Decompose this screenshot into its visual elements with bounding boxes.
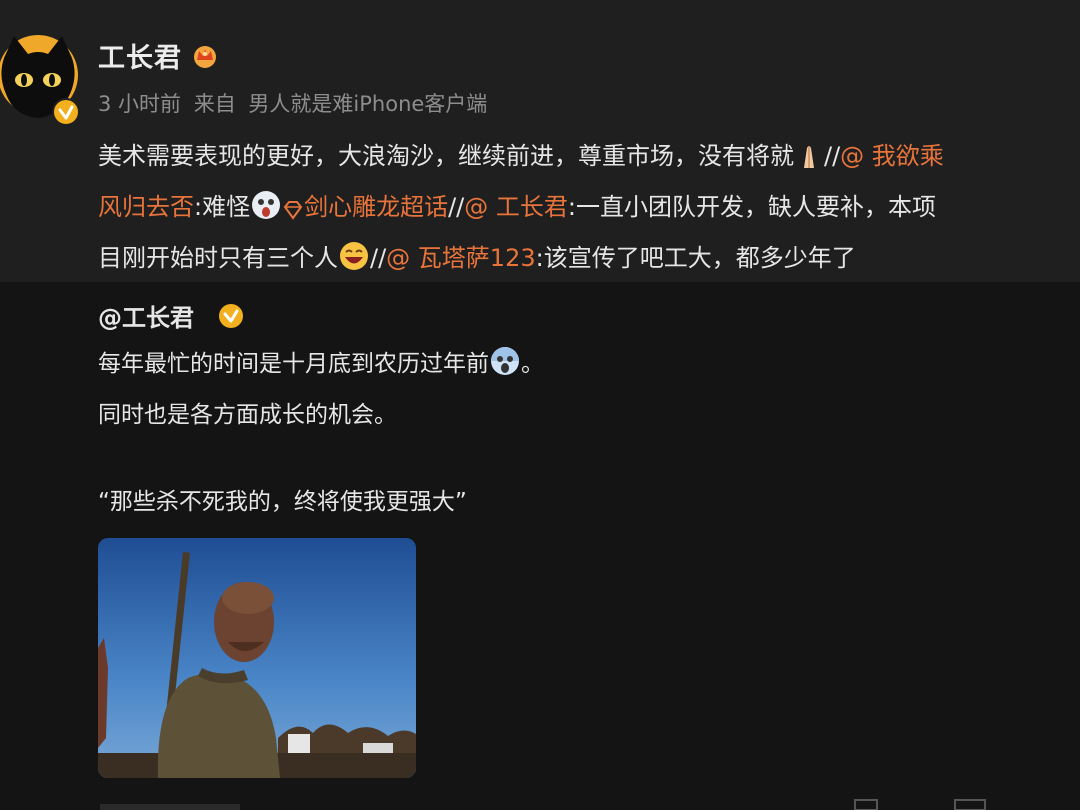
separator: //: [824, 142, 841, 170]
text: :难怪: [194, 193, 251, 221]
repost-body: 每年最忙的时间是十月底到农历过年前 。 同时也是各方面成长的机会。: [98, 342, 544, 438]
mention-link[interactable]: @ 我欲乘: [840, 142, 944, 170]
text: 美术需要表现的更好，大浪淘沙，继续前进，尊重市场，没有将就: [98, 142, 794, 170]
post-line-2: 风归去否:难怪 剑心雕龙超话//@ 工长君:一直小团队开发，缺人要补，本项: [98, 185, 1080, 236]
post-image[interactable]: [98, 538, 416, 778]
text: :一直小团队开发，缺人要补，本项: [567, 193, 936, 221]
laughing-face-emoji: [338, 240, 370, 287]
mention-link[interactable]: 风归去否: [98, 193, 194, 221]
praying-hands-emoji: [794, 140, 824, 185]
verified-badge-icon: [52, 98, 80, 126]
source-prefix: 来自: [193, 92, 236, 116]
text: :该宣传了吧工大，都多少年了: [535, 244, 856, 272]
topic-link[interactable]: 剑心雕龙超话: [304, 193, 448, 221]
repost-quote: “那些杀不死我的，终将使我更强大”: [98, 489, 467, 515]
repost-author[interactable]: @工长君: [98, 298, 194, 333]
separator: //: [370, 244, 387, 272]
mention-link[interactable]: @ 瓦塔萨123: [386, 244, 535, 272]
username[interactable]: 工长君: [98, 36, 182, 75]
post-body: 美术需要表现的更好，大浪淘沙，继续前进，尊重市场，没有将就//@ 我欲乘 风归去…: [98, 134, 1080, 287]
post-line-1: 美术需要表现的更好，大浪淘沙，继续前进，尊重市场，没有将就 //@ 我欲乘: [98, 134, 1080, 185]
repost-line-1: 每年最忙的时间是十月底到农历过年前 。: [98, 342, 544, 393]
screaming-face-emoji: [489, 345, 521, 393]
post-meta: 3 小时前 来自 男人就是难iPhone客户端: [98, 88, 493, 118]
repost-line-2: 同时也是各方面成长的机会。: [98, 402, 397, 428]
footer-toolbar-partial: [100, 799, 986, 810]
crown-icon: [194, 46, 216, 68]
text-end: 。: [521, 351, 544, 377]
main-post: 工长君 3 小时前 来自 男人就是难iPhone客户端 美术需要表现的更好，大浪…: [0, 0, 1080, 282]
text: 目刚开始时只有三个人: [98, 244, 338, 272]
verified-badge-icon: [219, 304, 243, 328]
scared-face-emoji: [250, 189, 282, 236]
post-line-3: 目刚开始时只有三个人 //@ 瓦塔萨123:该宣传了吧工大，都多少年了: [98, 236, 1080, 287]
diamond-topic-icon: [282, 191, 304, 236]
mention-link[interactable]: @ 工长君: [464, 193, 568, 221]
post-source: 男人就是难iPhone客户端: [248, 92, 488, 116]
separator: //: [448, 193, 465, 221]
man-with-rifle-photo: [98, 538, 416, 778]
post-time[interactable]: 3 小时前: [98, 92, 181, 116]
user-avatar[interactable]: [0, 28, 80, 126]
text: 每年最忙的时间是十月底到农历过年前: [98, 351, 489, 377]
